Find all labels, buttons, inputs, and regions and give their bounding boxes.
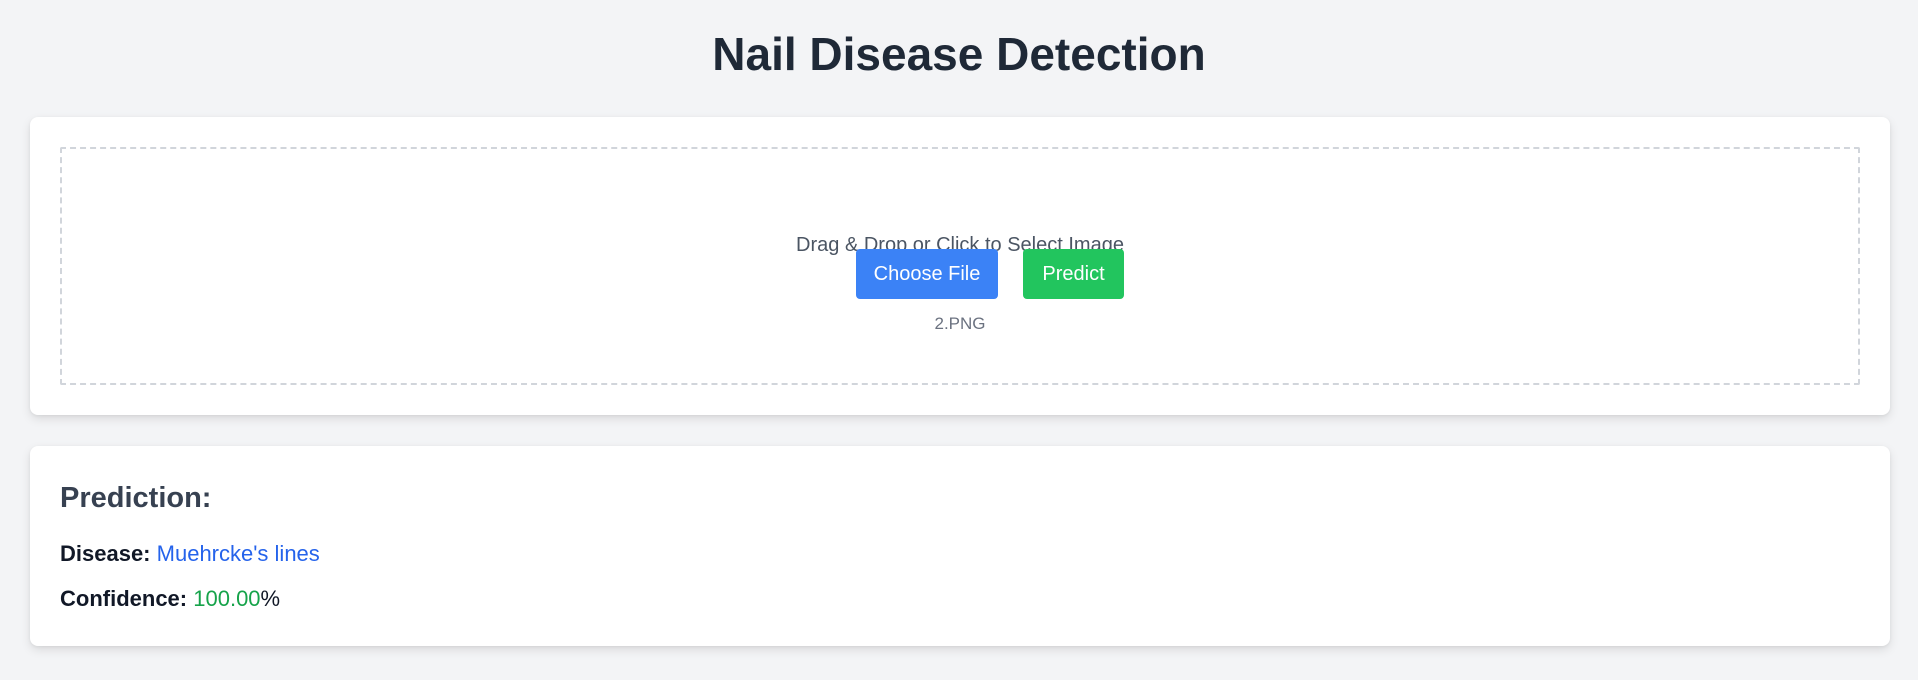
- selected-file-name: 2.PNG: [934, 314, 986, 333]
- image-dropzone[interactable]: Drag & Drop or Click to Select Image Cho…: [60, 147, 1860, 385]
- disease-row: Disease: Muehrcke's lines: [60, 540, 320, 568]
- confidence-row: Confidence: 100.00%: [60, 585, 280, 613]
- disease-label: Disease:: [60, 541, 151, 566]
- confidence-label: Confidence:: [60, 586, 188, 611]
- page: Nail Disease Detection Drag & Drop or Cl…: [0, 0, 1918, 680]
- page-title: Nail Disease Detection: [712, 28, 1206, 80]
- choose-file-button[interactable]: Choose File: [856, 249, 998, 299]
- prediction-heading: Prediction:: [60, 482, 212, 514]
- prediction-card: Prediction: Disease: Muehrcke's lines Co…: [30, 446, 1890, 646]
- upload-card: Drag & Drop or Click to Select Image Cho…: [30, 117, 1890, 415]
- confidence-unit: %: [260, 586, 281, 611]
- predict-button[interactable]: Predict: [1023, 249, 1124, 299]
- confidence-value: 100.00: [193, 586, 261, 611]
- disease-value: Muehrcke's lines: [156, 541, 320, 566]
